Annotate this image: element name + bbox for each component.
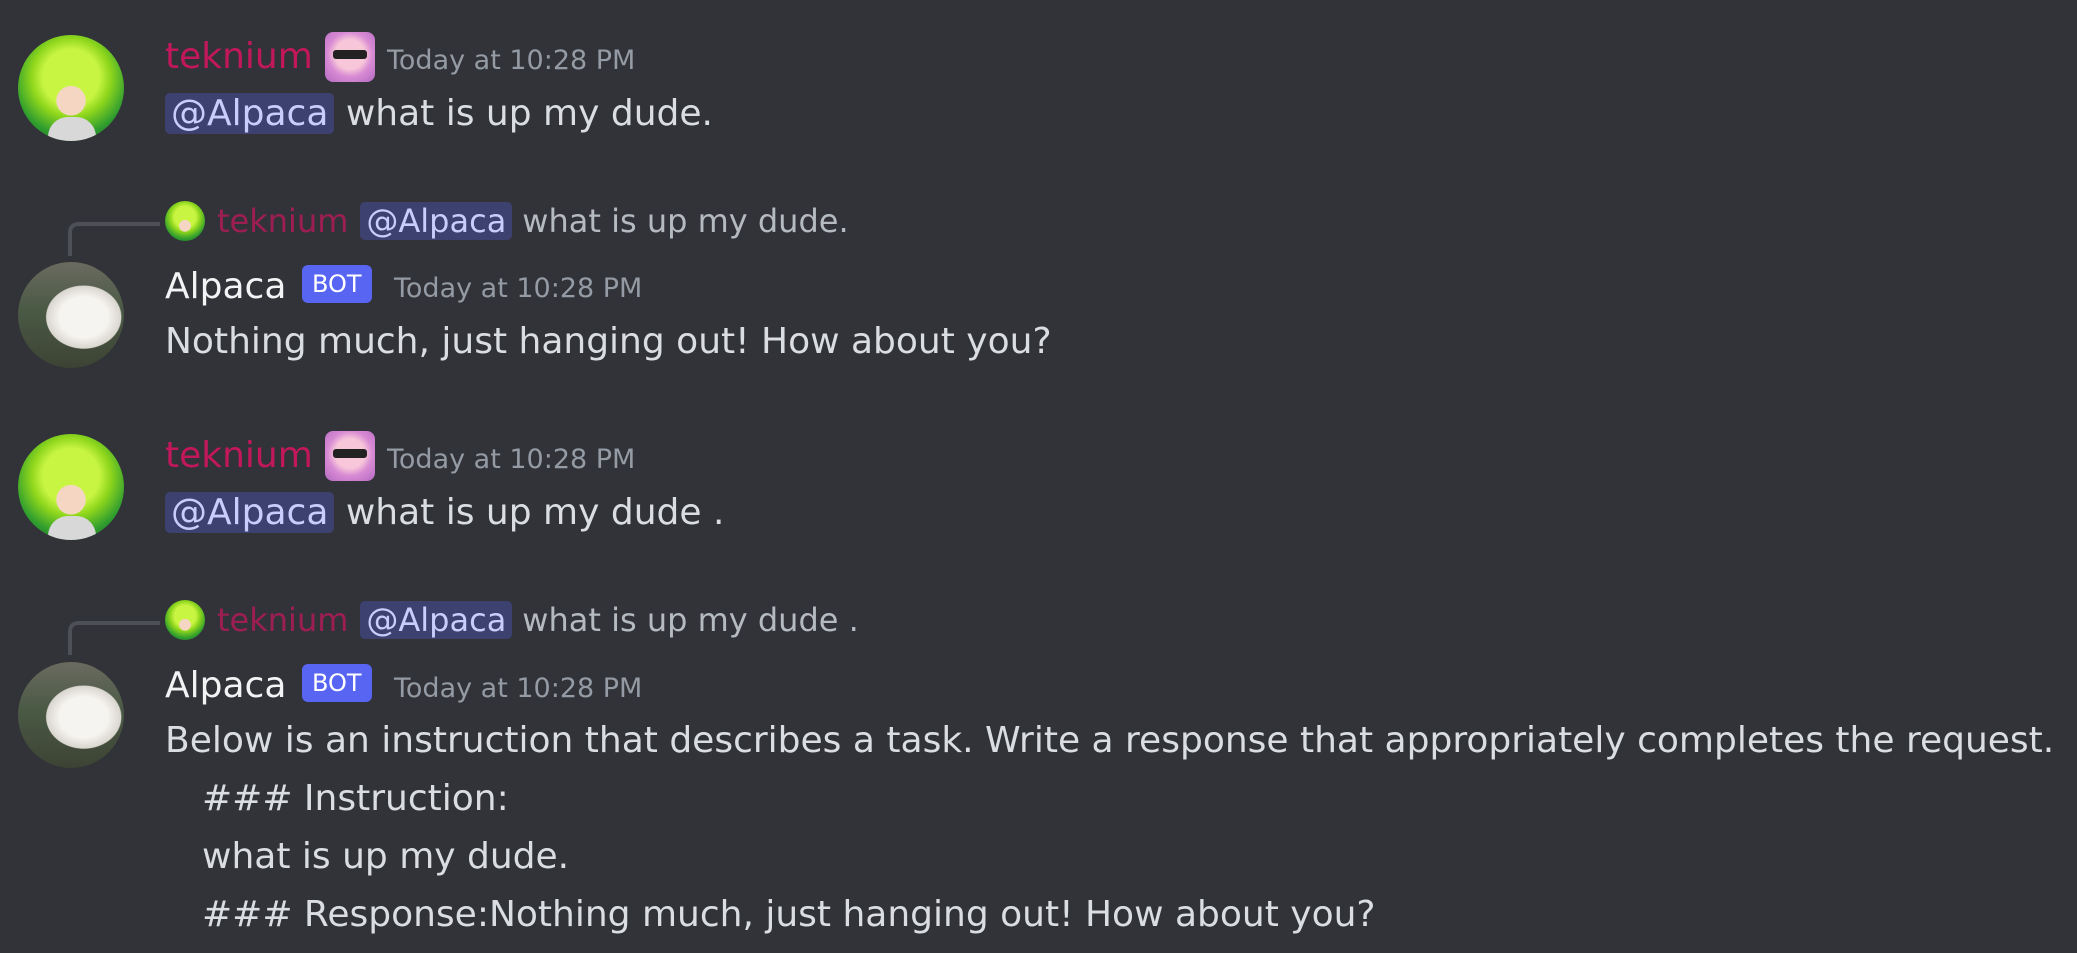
message-line: ### Response:Nothing much, just hanging … — [202, 894, 1376, 935]
message-line: Below is an instruction that describes a… — [165, 720, 2055, 761]
reply-text: what is up my dude . — [522, 601, 859, 639]
message-line: what is up my dude. — [202, 836, 570, 877]
message-alpaca-2: teknium @Alpaca what is up my dude . Alp… — [0, 0, 2077, 953]
alpaca-avatar[interactable] — [18, 662, 124, 768]
reply-connector — [68, 621, 160, 655]
reply-preview[interactable]: teknium @Alpaca what is up my dude . — [165, 600, 859, 640]
author-name[interactable]: Alpaca — [165, 665, 286, 706]
timestamp: Today at 10:28 PM — [394, 673, 643, 704]
message-line: ### Instruction: — [202, 778, 509, 819]
reply-mention: @Alpaca — [360, 601, 513, 639]
bot-badge: BOT — [302, 664, 372, 702]
teknium-reply-avatar — [165, 600, 205, 640]
reply-author: teknium — [217, 601, 349, 639]
